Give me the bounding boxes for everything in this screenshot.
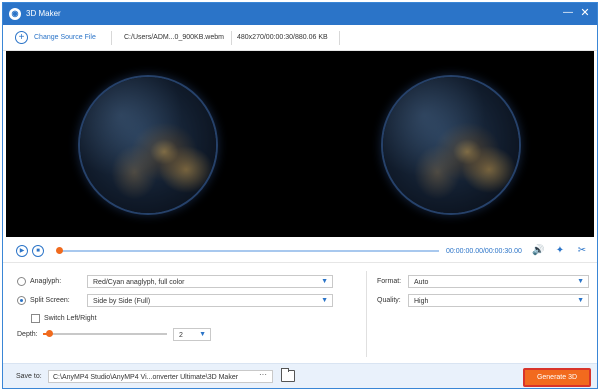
app-logo-icon: ◉ xyxy=(9,8,21,20)
source-file-path: C:/Users/ADM...0_900KB.webm xyxy=(124,34,224,41)
scissors-icon[interactable]: ✂ xyxy=(576,245,588,257)
depth-value: 2 xyxy=(179,332,183,339)
save-path-field[interactable]: C:\AnyMP4 Studio\AnyMP4 Vi...onverter Ul… xyxy=(48,370,273,383)
settings-divider xyxy=(366,271,367,357)
save-to-label: Save to: xyxy=(16,373,42,380)
source-file-info: 480x270/00:00:30/880.06 KB xyxy=(237,34,328,41)
chevron-down-icon: ▼ xyxy=(321,297,328,304)
volume-icon[interactable]: 🔊 xyxy=(532,245,544,257)
left-eye-frame xyxy=(80,77,216,213)
depth-label: Depth: xyxy=(17,331,38,338)
window-title: 3D Maker xyxy=(26,9,61,18)
divider xyxy=(339,31,340,45)
depth-slider-handle[interactable] xyxy=(46,330,53,337)
split-screen-label: Split Screen: xyxy=(30,297,70,304)
depth-slider-track[interactable] xyxy=(43,333,167,335)
stop-icon[interactable]: ■ xyxy=(32,245,44,257)
format-label: Format: xyxy=(377,278,402,285)
switch-left-right-label: Switch Left/Right xyxy=(44,315,97,322)
open-folder-icon[interactable] xyxy=(281,368,295,382)
close-icon[interactable]: ✕ xyxy=(578,6,592,20)
right-eye-frame xyxy=(383,77,519,213)
3d-maker-window: ◉ 3D Maker — ✕ + Change Source File C:/U… xyxy=(2,2,598,389)
split-screen-value: Side by Side (Full) xyxy=(93,298,151,305)
quality-select[interactable]: High ▼ xyxy=(408,294,589,307)
browse-button[interactable]: ··· xyxy=(253,371,273,382)
settings-panel: Anaglyph: Red/Cyan anaglyph, full color … xyxy=(3,265,597,363)
format-value: Auto xyxy=(414,279,429,286)
minimize-icon[interactable]: — xyxy=(561,6,575,20)
timeline-track[interactable] xyxy=(57,250,439,252)
save-path-value: C:\AnyMP4 Studio\AnyMP4 Vi...onverter Ul… xyxy=(53,374,239,381)
format-select[interactable]: Auto ▼ xyxy=(408,275,589,288)
chevron-down-icon: ▼ xyxy=(577,278,584,285)
title-bar: ◉ 3D Maker — ✕ xyxy=(3,3,597,25)
video-preview xyxy=(6,51,594,237)
anaglyph-radio[interactable] xyxy=(17,277,26,286)
pin-icon[interactable]: ✦ xyxy=(554,245,566,257)
play-icon[interactable]: ▶ xyxy=(16,245,28,257)
split-screen-radio[interactable] xyxy=(17,296,26,305)
chevron-down-icon: ▼ xyxy=(199,331,206,338)
generate-3d-button[interactable]: Generate 3D xyxy=(523,368,591,387)
quality-label: Quality: xyxy=(377,297,401,304)
quality-value: High xyxy=(414,298,429,305)
switch-left-right-checkbox[interactable] xyxy=(31,314,40,323)
depth-select[interactable]: 2 ▼ xyxy=(173,328,211,341)
anaglyph-value: Red/Cyan anaglyph, full color xyxy=(93,279,185,286)
playback-controls: ▶ ■ 00:00:00.00/00:00:30.00 🔊 ✦ ✂ xyxy=(3,239,597,263)
anaglyph-select[interactable]: Red/Cyan anaglyph, full color ▼ xyxy=(87,275,333,288)
chevron-down-icon: ▼ xyxy=(577,297,584,304)
add-file-icon[interactable]: + xyxy=(15,31,28,44)
divider xyxy=(111,31,112,45)
anaglyph-label: Anaglyph: xyxy=(30,278,62,285)
change-source-file-link[interactable]: Change Source File xyxy=(34,34,96,41)
divider xyxy=(231,31,232,45)
timeline-handle[interactable] xyxy=(56,247,63,254)
chevron-down-icon: ▼ xyxy=(321,278,328,285)
playback-time: 00:00:00.00/00:00:30.00 xyxy=(446,248,522,255)
split-screen-select[interactable]: Side by Side (Full) ▼ xyxy=(87,294,333,307)
footer-bar: Save to: C:\AnyMP4 Studio\AnyMP4 Vi...on… xyxy=(3,363,597,388)
source-bar: + Change Source File C:/Users/ADM...0_90… xyxy=(3,25,597,51)
